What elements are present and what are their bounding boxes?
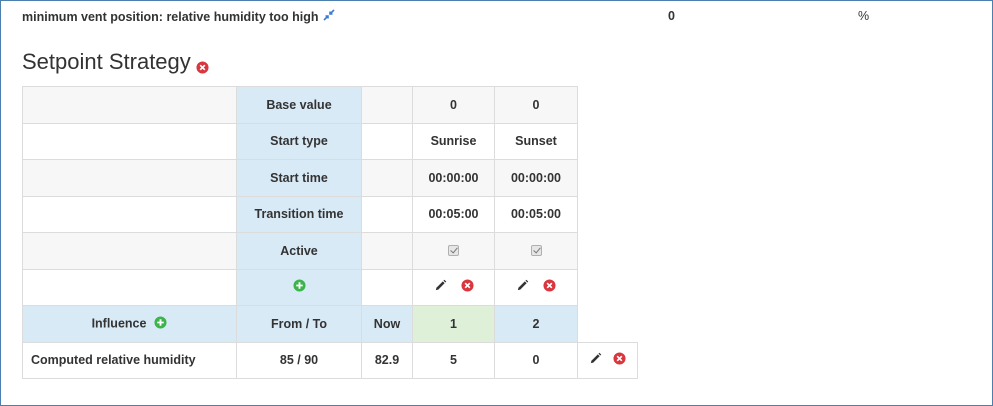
min-vent-position-unit: % <box>858 9 870 23</box>
empty-cell <box>361 232 413 270</box>
add-period-cell <box>236 268 362 306</box>
row-label: Start time <box>236 159 362 197</box>
empty-cell <box>22 232 237 270</box>
transition-time-1[interactable]: 00:05:00 <box>412 195 495 233</box>
table-row-actions <box>22 268 638 306</box>
start-time-2[interactable]: 00:00:00 <box>494 159 578 197</box>
now-header: Now <box>361 305 413 343</box>
table-row-base-value: Base value 0 0 <box>22 86 638 124</box>
period-1-header[interactable]: 1 <box>412 305 495 343</box>
start-type-1[interactable]: Sunrise <box>412 122 495 160</box>
empty-cell <box>22 159 237 197</box>
start-time-1[interactable]: 00:00:00 <box>412 159 495 197</box>
edit-influence-icon[interactable] <box>589 352 602 368</box>
section-title-text: Setpoint Strategy <box>22 49 191 74</box>
row-label: Active <box>236 232 362 270</box>
setpoint-strategy-table: Base value 0 0 Start type Sunrise Sunset… <box>22 86 638 379</box>
min-vent-position-row: minimum vent position: relative humidity… <box>22 9 993 27</box>
start-type-2[interactable]: Sunset <box>494 122 578 160</box>
influence-from-to: 85 / 90 <box>236 341 362 379</box>
compress-icon[interactable] <box>322 9 335 24</box>
table-row-start-time: Start time 00:00:00 00:00:00 <box>22 159 638 197</box>
min-vent-position-value: 0 <box>668 9 675 23</box>
delete-period-2-icon[interactable] <box>543 279 556 295</box>
active-checkbox-2[interactable] <box>530 244 542 256</box>
period-2-actions <box>494 268 578 306</box>
active-cell-1 <box>412 232 495 270</box>
row-label: Start type <box>236 122 362 160</box>
delete-influence-icon[interactable] <box>613 352 626 368</box>
row-label: Base value <box>236 86 362 124</box>
section-title: Setpoint Strategy <box>22 49 209 80</box>
influence-value-1[interactable]: 5 <box>412 341 495 379</box>
table-row-active: Active <box>22 232 638 270</box>
empty-cell <box>361 122 413 160</box>
transition-time-2[interactable]: 00:05:00 <box>494 195 578 233</box>
influence-now: 82.9 <box>361 341 413 379</box>
edit-period-1-icon[interactable] <box>434 279 447 295</box>
period-1-actions <box>412 268 495 306</box>
influence-name: Computed relative humidity <box>22 341 237 379</box>
empty-cell <box>361 86 413 124</box>
table-row-transition-time: Transition time 00:05:00 00:05:00 <box>22 195 638 233</box>
influence-header-row: Influence From / To Now 1 2 <box>22 305 638 343</box>
empty-cell <box>22 268 237 306</box>
base-value-2[interactable]: 0 <box>494 86 578 124</box>
empty-cell <box>361 195 413 233</box>
empty-cell <box>361 159 413 197</box>
min-vent-position-text: minimum vent position: relative humidity… <box>22 10 319 24</box>
empty-cell <box>361 268 413 306</box>
delete-period-1-icon[interactable] <box>460 279 474 295</box>
influence-header: Influence <box>22 305 237 343</box>
period-2-header[interactable]: 2 <box>494 305 578 343</box>
empty-cell <box>22 122 237 160</box>
influence-actions <box>577 341 638 379</box>
influence-value-2[interactable]: 0 <box>494 341 578 379</box>
influence-header-text: Influence <box>91 316 147 331</box>
row-label: Transition time <box>236 195 362 233</box>
empty-cell <box>22 86 237 124</box>
active-cell-2 <box>494 232 578 270</box>
table-row-start-type: Start type Sunrise Sunset <box>22 122 638 160</box>
add-influence-icon[interactable] <box>154 316 167 332</box>
delete-strategy-icon[interactable] <box>196 54 209 80</box>
from-to-header: From / To <box>236 305 362 343</box>
base-value-1[interactable]: 0 <box>412 86 495 124</box>
add-period-icon[interactable] <box>292 279 306 295</box>
empty-cell <box>22 195 237 233</box>
table-row-influence: Computed relative humidity 85 / 90 82.9 … <box>22 341 638 379</box>
edit-period-2-icon[interactable] <box>516 279 529 295</box>
min-vent-position-label: minimum vent position: relative humidity… <box>22 9 335 24</box>
active-checkbox-1[interactable] <box>448 244 459 256</box>
